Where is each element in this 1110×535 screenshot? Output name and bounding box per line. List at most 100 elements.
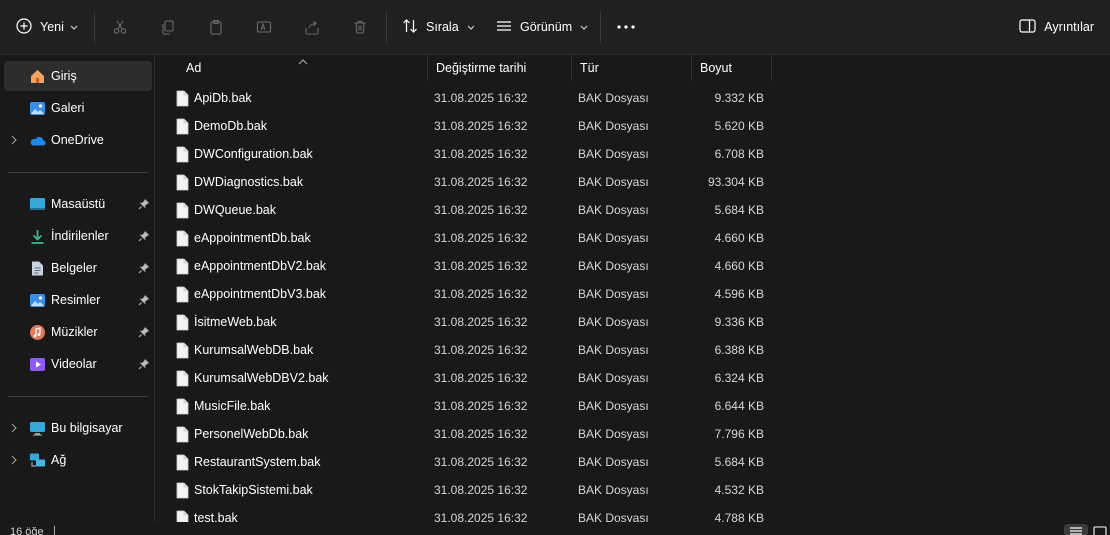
table-row[interactable]: eAppointmentDbV2.bak 31.08.2025 16:32 BAK … — [170, 253, 780, 281]
pin-icon[interactable] — [138, 326, 150, 338]
table-row[interactable]: MusicFile.bak 31.08.2025 16:32 BAK Dosyası… — [170, 393, 780, 421]
paste-icon[interactable] — [203, 14, 229, 40]
column-header-type[interactable]: Tür — [572, 55, 692, 81]
file-date: 31.08.2025 16:32 — [434, 119, 528, 133]
pin-icon[interactable] — [138, 230, 150, 242]
file-size: 4.660 KB — [714, 259, 764, 273]
table-row[interactable]: eAppointmentDbV3.bak 31.08.2025 16:32 BAK … — [170, 281, 780, 309]
file-name: PersonelWebDb.bak — [194, 427, 309, 441]
details-pane-icon — [1019, 18, 1036, 36]
file-type: BAK Dosyası — [578, 483, 649, 497]
copy-icon[interactable] — [155, 14, 181, 40]
file-type: BAK Dosyası — [578, 315, 649, 329]
file-date: 31.08.2025 16:32 — [434, 203, 528, 217]
sort-button[interactable]: Sırala — [396, 10, 481, 44]
pin-icon[interactable] — [138, 198, 150, 210]
table-row[interactable]: İsitmeWeb.bak 31.08.2025 16:32 BAK Dosyası… — [170, 309, 780, 337]
share-icon[interactable] — [299, 14, 325, 40]
table-row[interactable]: KurumsalWebDBV2.bak 31.08.2025 16:32 BAK D… — [170, 365, 780, 393]
column-header-date[interactable]: Değiştirme tarihi — [428, 55, 572, 81]
file-icon — [176, 398, 189, 415]
file-size: 9.336 KB — [714, 315, 764, 329]
file-icon — [176, 314, 189, 331]
pin-icon[interactable] — [138, 294, 150, 306]
file-icon — [176, 342, 189, 359]
view-button[interactable]: Görünüm — [490, 10, 594, 44]
file-name: RestaurantSystem.bak — [194, 455, 321, 469]
details-pane-button[interactable]: Ayrıntılar — [1013, 10, 1100, 44]
file-date: 31.08.2025 16:32 — [434, 287, 528, 301]
file-icon — [176, 230, 189, 247]
sidebar-item-label: Belgeler — [51, 261, 97, 275]
table-row[interactable]: DWDiagnostics.bak 31.08.2025 16:32 BAK Dos… — [170, 169, 780, 197]
file-size: 4.596 KB — [714, 287, 764, 301]
file-type: BAK Dosyası — [578, 399, 649, 413]
status-bar: 16 öğe — [0, 522, 1110, 535]
plus-circle-icon — [16, 17, 32, 37]
file-name: StokTakipSistemi.bak — [194, 483, 313, 497]
file-icon — [176, 482, 189, 499]
file-type: BAK Dosyası — [578, 343, 649, 357]
table-row[interactable]: KurumsalWebDB.bak 31.08.2025 16:32 BAK Dos… — [170, 337, 780, 365]
file-size: 7.796 KB — [714, 427, 764, 441]
table-row[interactable]: DemoDb.bak 31.08.2025 16:32 BAK Dosyası 5.6… — [170, 113, 780, 141]
file-type: BAK Dosyası — [578, 427, 649, 441]
pin-icon[interactable] — [138, 358, 150, 370]
toolbar-divider — [600, 12, 601, 43]
file-name: DemoDb.bak — [194, 119, 267, 133]
sidebar-item-documents[interactable]: Belgeler — [4, 253, 152, 283]
file-name: ApiDb.bak — [194, 91, 252, 105]
sidebar-item-onedrive[interactable]: OneDrive — [4, 125, 152, 155]
status-divider — [54, 526, 55, 535]
table-row[interactable]: StokTakipSistemi.bak 31.08.2025 16:32 BAK … — [170, 477, 780, 505]
new-button[interactable]: Yeni — [8, 10, 88, 44]
file-name: eAppointmentDbV3.bak — [194, 287, 327, 301]
sidebar-item-home[interactable]: Giriş — [4, 61, 152, 91]
sidebar-item-music[interactable]: Müzikler — [4, 317, 152, 347]
sidebar-item-downloads[interactable]: İndirilenler — [4, 221, 152, 251]
table-row[interactable]: DWConfiguration.bak 31.08.2025 16:32 BAK D… — [170, 141, 780, 169]
file-icon — [176, 146, 189, 163]
table-row[interactable]: RestaurantSystem.bak 31.08.2025 16:32 BAK … — [170, 449, 780, 477]
file-date: 31.08.2025 16:32 — [434, 371, 528, 385]
sidebar-item-gallery[interactable]: Galeri — [4, 93, 152, 123]
chevron-right-icon[interactable] — [10, 422, 20, 434]
chevron-right-icon[interactable] — [10, 134, 20, 146]
file-name: eAppointmentDbV2.bak — [194, 259, 327, 273]
sidebar-item-desktop[interactable]: Masaüstü — [4, 189, 152, 219]
more-options-icon[interactable] — [612, 14, 640, 40]
gallery-icon — [29, 100, 46, 117]
rename-icon[interactable] — [251, 14, 277, 40]
file-type: BAK Dosyası — [578, 231, 649, 245]
item-count: 16 öğe — [10, 526, 44, 535]
sidebar-item-videos[interactable]: Videolar — [4, 349, 152, 379]
delete-icon[interactable] — [347, 14, 373, 40]
details-view-button[interactable] — [1064, 524, 1088, 535]
table-row[interactable]: PersonelWebDb.bak 31.08.2025 16:32 BAK Dos… — [170, 421, 780, 449]
table-row[interactable]: test.bak 31.08.2025 16:32 BAK Dosyası 4.788… — [170, 505, 780, 522]
file-size: 5.684 KB — [714, 203, 764, 217]
cut-icon[interactable] — [107, 14, 133, 40]
table-row[interactable]: DWQueue.bak 31.08.2025 16:32 BAK Dosyası 5.… — [170, 197, 780, 225]
details-view-icon — [1070, 527, 1082, 535]
table-row[interactable]: eAppointmentDb.bak 31.08.2025 16:32 BAK Do… — [170, 225, 780, 253]
tiles-view-button[interactable] — [1090, 524, 1110, 535]
file-icon — [176, 202, 189, 219]
file-type: BAK Dosyası — [578, 147, 649, 161]
file-name: KurumsalWebDB.bak — [194, 343, 314, 357]
column-header-size[interactable]: Boyut — [692, 55, 772, 81]
file-type: BAK Dosyası — [578, 175, 649, 189]
table-row[interactable]: ApiDb.bak 31.08.2025 16:32 BAK Dosyası 9.33… — [170, 85, 780, 113]
onedrive-icon — [29, 132, 46, 149]
file-type: BAK Dosyası — [578, 119, 649, 133]
sidebar-item-pictures[interactable]: Resimler — [4, 285, 152, 315]
home-icon — [29, 68, 46, 85]
sidebar-item-network[interactable]: Ağ — [4, 445, 152, 475]
column-header-name[interactable]: Ad — [178, 55, 428, 81]
pin-icon[interactable] — [138, 262, 150, 274]
sort-arrows-icon — [402, 18, 418, 37]
chevron-right-icon[interactable] — [10, 454, 20, 466]
toolbar-divider — [386, 12, 387, 43]
file-size: 5.684 KB — [714, 455, 764, 469]
sidebar-item-this-pc[interactable]: Bu bilgisayar — [4, 413, 152, 443]
